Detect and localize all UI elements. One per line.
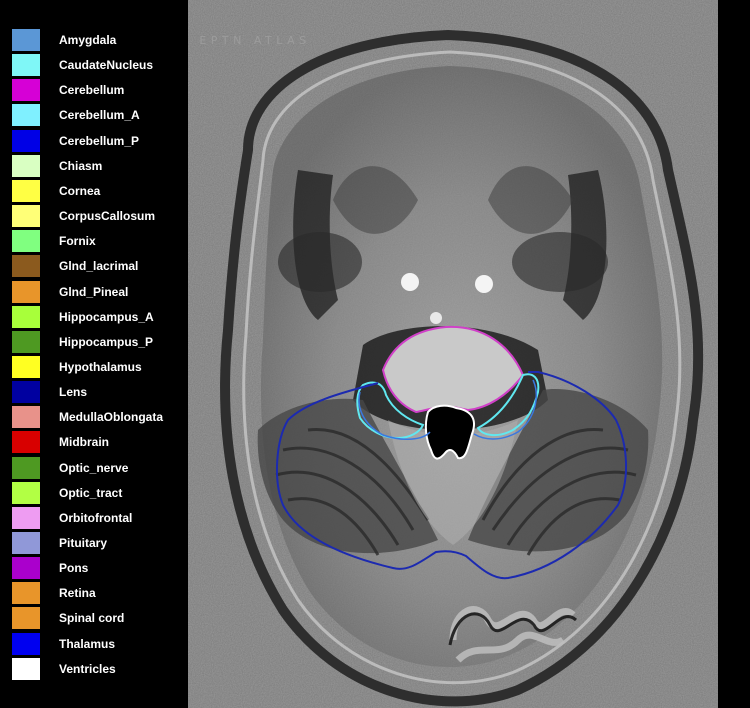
right-border [718,0,750,708]
legend-label: Fornix [59,234,96,249]
legend-label: Amygdala [59,33,117,47]
legend-item: Cornea [12,179,188,202]
legend-swatch [12,456,40,479]
legend-item: Amygdala [12,29,188,51]
legend-label: Retina [59,586,96,601]
legend-label: Pituitary [59,536,108,550]
legend-swatch [12,29,40,51]
legend-item: MedullaOblongata [12,406,188,429]
legend-swatch [12,330,40,353]
legend-swatch [12,280,40,303]
legend-item: Glnd_lacrimal [12,255,188,278]
structure-legend: Amygdala CaudateNucleus Cerebellum Cerebell… [0,0,188,708]
legend-swatch [12,79,40,102]
legend-item: Cerebellum [12,79,188,102]
legend-item: Thalamus [12,632,188,655]
legend-swatch [12,657,40,680]
legend-swatch [12,154,40,177]
legend-label: Hypothalamus [59,359,142,374]
legend-swatch [12,532,40,554]
legend-swatch [12,305,40,328]
legend-label: Chiasm [59,158,103,173]
legend-label: Cornea [59,183,101,198]
legend-item: Hippocampus_P [12,330,188,353]
legend-item: Spinal cord [12,607,188,630]
legend-label: MedullaOblongata [59,410,164,425]
legend-item: Chiasm [12,154,188,177]
legend-item: Pituitary [12,532,188,554]
legend-item: Fornix [12,230,188,253]
legend-swatch [12,230,40,253]
legend-item: Optic_nerve [12,456,188,479]
legend-label: Hippocampus_P [59,334,154,349]
legend-label: Hippocampus_A [59,309,154,324]
legend-item: CorpusCallosum [12,205,188,228]
legend-label: Cerebellum [59,83,125,98]
legend-swatch [12,607,40,630]
legend-item: Hippocampus_A [12,305,188,328]
legend-item: Retina [12,582,188,605]
legend-item: Cerebellum_P [12,129,188,152]
legend-label: CaudateNucleus [59,58,154,73]
legend-label: Lens [59,385,88,400]
legend-swatch [12,205,40,228]
atlas-title: EPTN ATLAS [199,34,311,47]
legend-label: Cerebellum_P [59,133,140,148]
legend-label: Orbitofrontal [59,510,133,525]
legend-label: Pons [59,561,89,576]
legend-swatch [12,506,40,529]
legend-label: Thalamus [59,636,116,651]
legend-swatch [12,406,40,429]
legend-item: Midbrain [12,431,188,454]
legend-item: Optic_tract [12,481,188,504]
legend-swatch [12,104,40,127]
legend-label: Ventricles [59,661,116,676]
mri-axial-slice [188,0,718,708]
legend-item: Pons [12,557,188,580]
legend-swatch [12,557,40,580]
legend-label: Cerebellum_A [59,108,140,123]
legend-swatch [12,179,40,202]
legend-swatch [12,129,40,152]
legend-item: Lens [12,381,188,404]
legend-label: CorpusCallosum [59,209,156,224]
legend-label: Glnd_Pineal [59,284,129,299]
legend-label: Optic_nerve [59,460,129,475]
legend-item: Orbitofrontal [12,506,188,529]
legend-item: Hypothalamus [12,355,188,378]
legend-swatch [12,255,40,278]
legend-label: Spinal cord [59,611,125,626]
legend-swatch [12,381,40,404]
legend-label: Optic_tract [59,485,123,500]
legend-swatch [12,431,40,454]
legend-swatch [12,632,40,655]
legend-swatch [12,481,40,504]
legend-item: CaudateNucleus [12,54,188,77]
legend-swatch [12,54,40,77]
legend-swatch [12,355,40,378]
legend-item: Glnd_Pineal [12,280,188,303]
legend-item: Cerebellum_A [12,104,188,127]
mri-scan-image [188,0,718,708]
legend-item: Ventricles [12,657,188,680]
legend-swatch [12,582,40,605]
legend-label: Glnd_lacrimal [59,259,139,274]
legend-label: Midbrain [59,435,109,450]
